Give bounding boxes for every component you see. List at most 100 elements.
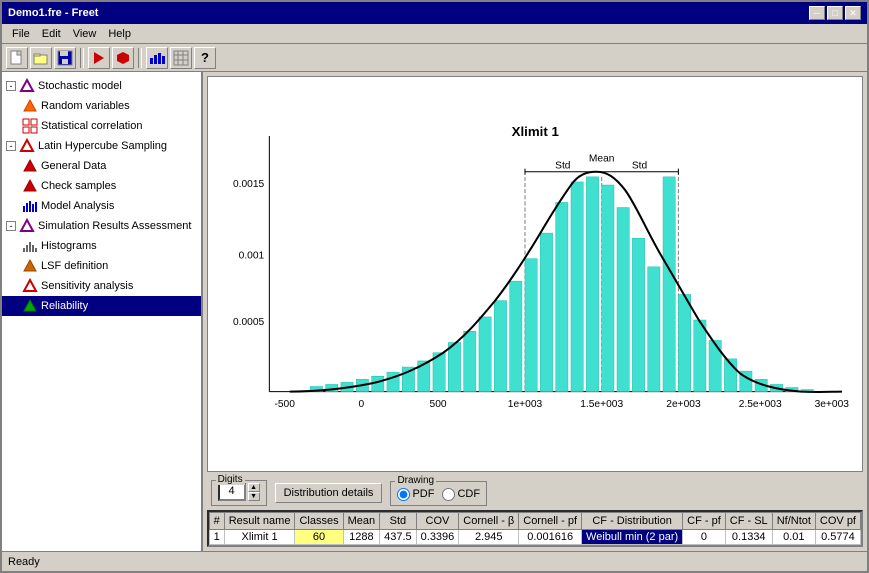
tree-item-lsf[interactable]: LSF definition: [2, 256, 201, 276]
random-icon: [22, 98, 38, 114]
window-title: Demo1.fre - Freet: [8, 7, 98, 19]
pdf-radio-label[interactable]: PDF: [397, 488, 434, 501]
tree-item-stochastic[interactable]: - Stochastic model: [2, 76, 201, 96]
svg-text:0: 0: [358, 399, 364, 410]
col-classes: Classes: [295, 513, 343, 530]
cdf-radio[interactable]: [442, 488, 455, 501]
svg-text:0.0005: 0.0005: [233, 317, 265, 328]
tree-label-lsf: LSF definition: [41, 260, 108, 272]
digits-down[interactable]: ▼: [248, 492, 260, 501]
cell-num: 1: [209, 530, 224, 545]
tree-label-histograms: Histograms: [41, 240, 97, 252]
cell-nf-ntot: 0.01: [772, 530, 815, 545]
new-button[interactable]: [6, 47, 28, 69]
menu-help[interactable]: Help: [102, 27, 137, 41]
menu-edit[interactable]: Edit: [36, 27, 67, 41]
svg-text:2.5e+003: 2.5e+003: [738, 399, 781, 410]
status-bar: Ready: [2, 551, 867, 571]
drawing-group: Drawing PDF CDF: [390, 481, 487, 506]
svg-text:Mean: Mean: [588, 154, 614, 165]
digits-input[interactable]: 4: [218, 483, 246, 501]
sensitivity-icon: [22, 278, 38, 294]
digits-up[interactable]: ▲: [248, 483, 260, 492]
cell-name: Xlimit 1: [224, 530, 295, 545]
tree-item-random[interactable]: Random variables: [2, 96, 201, 116]
distribution-details-button[interactable]: Distribution details: [275, 483, 383, 503]
svg-text:Std: Std: [555, 161, 571, 172]
col-cornell-b: Cornell - β: [459, 513, 519, 530]
svg-text:1.5e+003: 1.5e+003: [580, 399, 623, 410]
table-header-row: # Result name Classes Mean Std COV Corne…: [209, 513, 860, 530]
cell-cov: 0.3396: [416, 530, 459, 545]
col-cov: COV: [416, 513, 459, 530]
tree-item-sensitivity[interactable]: Sensitivity analysis: [2, 276, 201, 296]
tree-item-correlation[interactable]: Statistical correlation: [2, 116, 201, 136]
menu-view[interactable]: View: [67, 27, 103, 41]
tree-label-stochastic: Stochastic model: [38, 80, 122, 92]
cell-cf-sl: 0.1334: [725, 530, 772, 545]
tree-item-simulation[interactable]: - Simulation Results Assessment: [2, 216, 201, 236]
help-button[interactable]: ?: [194, 47, 216, 69]
general-icon: [22, 158, 38, 174]
toolbar-sep-2: [138, 48, 142, 68]
histograms-icon: [22, 238, 38, 254]
col-cf-pf: CF - pf: [683, 513, 726, 530]
open-button[interactable]: [30, 47, 52, 69]
tree-item-histograms[interactable]: Histograms: [2, 236, 201, 256]
tree-item-general[interactable]: General Data: [2, 156, 201, 176]
chart-button[interactable]: [146, 47, 168, 69]
stochastic-icon: [19, 78, 35, 94]
cell-mean: 1288: [343, 530, 380, 545]
radio-group: PDF CDF: [397, 488, 480, 501]
cell-cf-dist: Weibull min (2 par): [582, 530, 683, 545]
pdf-radio[interactable]: [397, 488, 410, 501]
main-content: - Stochastic model Random variables Stat: [2, 72, 867, 551]
cdf-label: CDF: [457, 488, 480, 500]
svg-text:-500: -500: [274, 399, 295, 410]
digits-spinner: ▲ ▼: [248, 483, 260, 501]
col-mean: Mean: [343, 513, 380, 530]
stop-button[interactable]: [112, 47, 134, 69]
col-cf-sl: CF - SL: [725, 513, 772, 530]
col-num: #: [209, 513, 224, 530]
results-table: # Result name Classes Mean Std COV Corne…: [209, 512, 861, 545]
menu-file[interactable]: File: [6, 27, 36, 41]
tree-label-sensitivity: Sensitivity analysis: [41, 280, 133, 292]
model-analysis-icon: [22, 198, 38, 214]
tree-item-reliability[interactable]: Reliability: [2, 296, 201, 316]
maximize-button[interactable]: □: [827, 6, 843, 20]
close-button[interactable]: ✕: [845, 6, 861, 20]
tree-item-model-analysis[interactable]: Model Analysis: [2, 196, 201, 216]
lhs-icon: [19, 138, 35, 154]
tree-label-reliability: Reliability: [41, 300, 88, 312]
cell-cf-pf: 0: [683, 530, 726, 545]
cell-cornell-pf: 0.001616: [519, 530, 582, 545]
tree-label-check: Check samples: [41, 180, 116, 192]
expand-lhs[interactable]: -: [6, 141, 16, 151]
svg-text:Std: Std: [631, 161, 647, 172]
minimize-button[interactable]: ─: [809, 6, 825, 20]
col-std: Std: [380, 513, 417, 530]
run-button[interactable]: [88, 47, 110, 69]
svg-text:2e+003: 2e+003: [666, 399, 701, 410]
correlation-icon: [22, 118, 38, 134]
cell-cov-pf: 0.5774: [815, 530, 860, 545]
tree-empty-area: [2, 316, 201, 376]
svg-text:0.0015: 0.0015: [233, 179, 265, 190]
simulation-icon: [19, 218, 35, 234]
expand-stochastic[interactable]: -: [6, 81, 16, 91]
table-row: 1 Xlimit 1 60 1288 437.5 0.3396 2.945 0.…: [209, 530, 860, 545]
drawing-label: Drawing: [395, 475, 436, 486]
save-button[interactable]: [54, 47, 76, 69]
tree-item-check[interactable]: Check samples: [2, 176, 201, 196]
svg-text:0.001: 0.001: [238, 251, 264, 262]
digits-group: Digits 4 ▲ ▼: [211, 480, 267, 506]
tree-label-correlation: Statistical correlation: [41, 120, 143, 132]
cdf-radio-label[interactable]: CDF: [442, 488, 480, 501]
cell-classes: 60: [295, 530, 343, 545]
table-button[interactable]: [170, 47, 192, 69]
expand-simulation[interactable]: -: [6, 221, 16, 231]
toolbar-sep-1: [80, 48, 84, 68]
tree-label-model-analysis: Model Analysis: [41, 200, 114, 212]
tree-item-lhs[interactable]: - Latin Hypercube Sampling: [2, 136, 201, 156]
